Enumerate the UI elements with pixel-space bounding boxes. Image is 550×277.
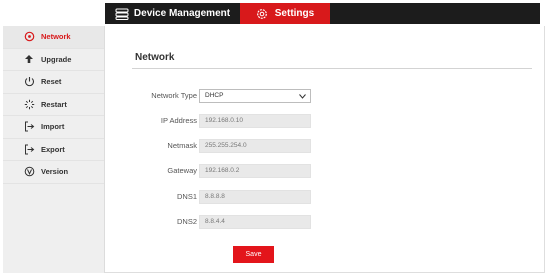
sidebar-item-label: Export xyxy=(41,144,65,154)
reset-icon xyxy=(23,76,35,88)
sidebar-item-restart[interactable]: Restart xyxy=(3,94,104,116)
version-icon xyxy=(23,166,35,178)
sidebar-item-label: Network xyxy=(41,32,71,42)
dns2-row: DNS2 8.8.4.4 xyxy=(105,215,545,229)
tab-settings[interactable]: Settings xyxy=(240,3,330,24)
sidebar-item-label: Version xyxy=(41,167,69,177)
netmask-row: Netmask 255.255.254.0 xyxy=(105,139,545,153)
sidebar-item-label: Restart xyxy=(41,99,67,109)
upgrade-arrow-icon xyxy=(23,53,35,65)
ip-address-label: IP Address xyxy=(160,116,197,125)
sidebar-item-version[interactable]: Version xyxy=(3,161,104,184)
gear-icon xyxy=(256,8,270,20)
dns1-label: DNS1 xyxy=(176,192,197,201)
network-settings-panel: Network Network Type DHCP IP Address 192… xyxy=(105,26,545,273)
sidebar-item-reset[interactable]: Reset xyxy=(3,71,104,94)
sidebar-item-label: Upgrade xyxy=(41,54,72,64)
page-title: Network xyxy=(135,52,175,63)
restart-icon xyxy=(23,98,35,110)
netmask-field[interactable]: 255.255.254.0 xyxy=(199,139,311,153)
tab-device-management-label: Device Management xyxy=(133,8,231,19)
import-icon xyxy=(23,121,35,133)
sidebar-item-network[interactable]: Network xyxy=(3,26,104,49)
network-icon xyxy=(23,31,35,43)
sidebar-item-label: Import xyxy=(41,122,65,132)
gateway-row: Gateway 192.168.0.2 xyxy=(105,164,545,178)
ip-address-field[interactable]: 192.168.0.10 xyxy=(199,114,311,128)
sidebar-item-import[interactable]: Import xyxy=(3,116,104,139)
sidebar-item-upgrade[interactable]: Upgrade xyxy=(3,49,104,71)
device-management-icon xyxy=(115,8,129,20)
sidebar-item-label: Reset xyxy=(41,77,62,87)
network-type-row: Network Type DHCP xyxy=(105,89,545,103)
top-bar: Device Management Settings xyxy=(0,0,550,26)
dns2-field[interactable]: 8.8.4.4 xyxy=(199,215,311,229)
save-button[interactable]: Save xyxy=(233,246,274,263)
gateway-label: Gateway xyxy=(167,166,197,175)
dns1-row: DNS1 8.8.8.8 xyxy=(105,190,545,204)
tab-device-management[interactable]: Device Management xyxy=(105,3,240,24)
export-icon xyxy=(23,143,35,155)
network-type-value: DHCP xyxy=(205,92,224,99)
tab-settings-label: Settings xyxy=(274,8,315,19)
dns1-field[interactable]: 8.8.8.8 xyxy=(199,190,311,204)
chevron-down-icon xyxy=(298,91,306,101)
network-type-label: Network Type xyxy=(151,91,197,100)
ip-address-row: IP Address 192.168.0.10 xyxy=(105,114,545,128)
title-divider xyxy=(132,68,532,69)
network-type-select[interactable]: DHCP xyxy=(199,89,311,103)
sidebar: Network Upgrade Reset Restart Import Exp… xyxy=(3,26,105,273)
dns2-label: DNS2 xyxy=(176,217,197,226)
gateway-field[interactable]: 192.168.0.2 xyxy=(199,164,311,178)
netmask-label: Netmask xyxy=(167,141,197,150)
sidebar-item-export[interactable]: Export xyxy=(3,139,104,161)
